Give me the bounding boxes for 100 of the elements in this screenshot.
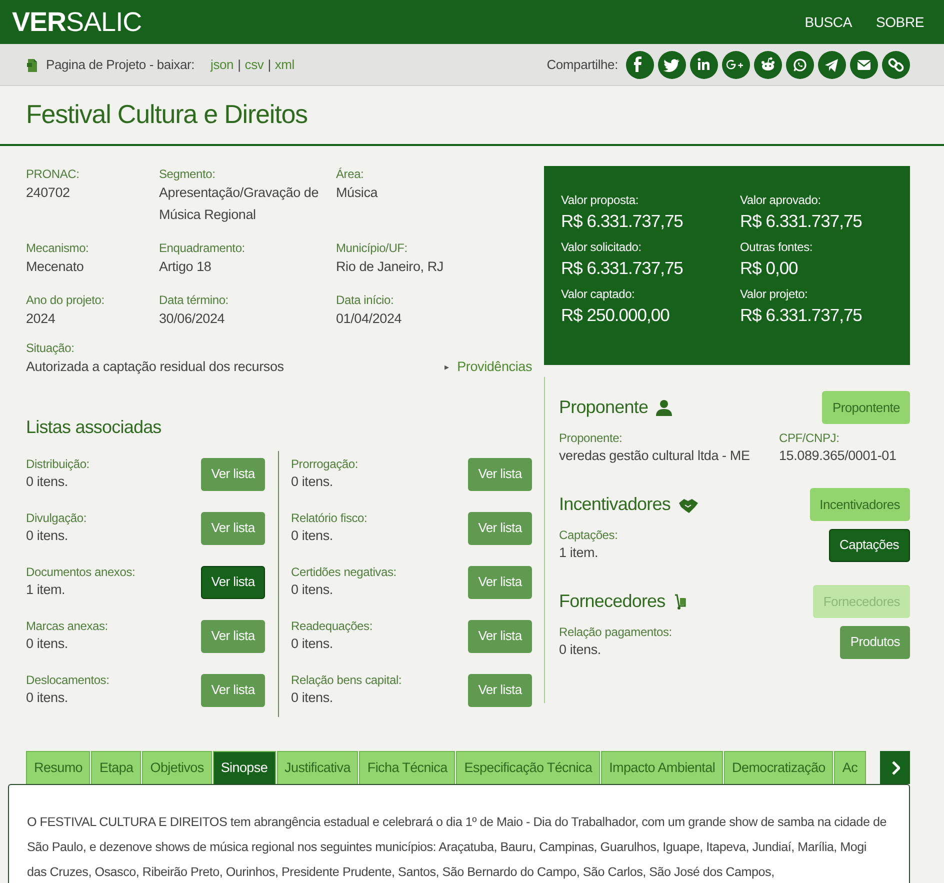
link-icon[interactable] (882, 50, 910, 78)
list-label: Prorrogação: (291, 456, 358, 472)
view-list-button[interactable]: Ver lista (201, 566, 265, 598)
field-value: 2024 (26, 310, 56, 328)
cart-icon (673, 594, 688, 610)
field-value: 15.089.365/0001-01 (779, 447, 896, 465)
list-count: 0 itens. (26, 527, 69, 545)
view-list-button[interactable]: Ver lista (468, 512, 532, 544)
field-label: Segmento: (159, 166, 216, 182)
field-label: Data término: (159, 292, 230, 308)
field-label: Mecanismo: (26, 240, 90, 256)
providencias-link[interactable]: ▸ Providências (444, 356, 532, 378)
field-label: Ano do projeto: (26, 292, 106, 308)
list-label: Certidões negativas: (291, 564, 396, 580)
google-plus-icon[interactable] (722, 50, 750, 78)
nav-link[interactable]: BUSCA (804, 12, 852, 32)
nav-link[interactable]: SOBRE (876, 12, 924, 32)
value-amount: R$ 6.331.737,75 (740, 210, 863, 233)
section-button[interactable]: Incentivadores (810, 488, 910, 521)
view-list-button[interactable]: Ver lista (468, 674, 532, 706)
person-icon (656, 398, 672, 416)
link-separator: | (268, 56, 271, 74)
tab[interactable]: Especificação Técnica (456, 751, 600, 784)
view-list-button[interactable]: Ver lista (201, 620, 265, 652)
list-count: 0 itens. (26, 635, 69, 653)
tab[interactable]: Etapa (91, 751, 142, 784)
value-amount: R$ 6.331.737,75 (561, 210, 684, 233)
next-tab-button[interactable] (880, 751, 910, 784)
tab[interactable]: Ac (834, 751, 866, 784)
page-title: Festival Cultura e Direitos (26, 99, 308, 131)
field-label: Área: (336, 166, 365, 182)
field-label: Município/UF: (336, 240, 408, 256)
list-count: 0 itens. (291, 581, 334, 599)
section-button[interactable]: Captações (828, 528, 910, 562)
view-list-button[interactable]: Ver lista (468, 620, 532, 652)
link-separator: | (238, 56, 241, 74)
list-count: 0 itens. (291, 527, 334, 545)
list-count: 0 itens. (291, 635, 334, 653)
section-title: Incentivadores (559, 493, 670, 516)
view-list-button[interactable]: Ver lista (468, 566, 532, 598)
value-label: Valor proposta: (561, 192, 640, 208)
linkedin-icon[interactable] (690, 50, 718, 78)
value-label: Valor projeto: (740, 286, 809, 302)
section-button[interactable]: Propontente (822, 391, 910, 424)
tab[interactable]: Democratização (724, 751, 834, 784)
view-list-button[interactable]: Ver lista (201, 512, 265, 544)
view-list-button[interactable]: Ver lista (201, 458, 265, 490)
reddit-icon[interactable] (754, 50, 782, 78)
share-label: Compartilhe: (546, 56, 618, 74)
field-value: Música (336, 184, 379, 202)
field-value: 240702 (26, 184, 71, 202)
section-title: Listas associadas (26, 416, 162, 439)
section-title: Fornecedores (559, 590, 666, 613)
tab[interactable]: Impacto Ambiental (601, 751, 724, 784)
twitter-icon[interactable] (658, 50, 686, 78)
tab[interactable]: Objetivos (142, 751, 212, 784)
chevron-right-icon (890, 760, 900, 774)
whatsapp-icon[interactable] (786, 50, 814, 78)
download-link[interactable]: json (210, 54, 234, 74)
tab[interactable]: Resumo (26, 751, 90, 784)
field-label: Captações: (559, 527, 619, 543)
value-label: Valor aprovado: (740, 192, 822, 208)
field-value: Artigo 18 (159, 258, 212, 276)
list-label: Deslocamentos: (26, 672, 110, 688)
field-value: Autorizada a captação residual dos recursos (26, 358, 284, 376)
download-link[interactable]: csv (244, 54, 264, 74)
field-value: Apresentação/Gravação de Música Regional (159, 184, 320, 224)
mail-icon[interactable] (850, 50, 878, 78)
value-amount: R$ 6.331.737,75 (561, 257, 684, 280)
section-title: Proponente (559, 396, 648, 419)
value-amount: R$ 0,00 (740, 257, 799, 280)
value-label: Outras fontes: (740, 239, 814, 255)
value-amount: R$ 250.000,00 (561, 304, 670, 327)
field-value: 01/04/2024 (336, 310, 403, 328)
field-label: Enquadramento: (159, 240, 246, 256)
section-button[interactable]: Produtos (840, 626, 910, 658)
field-value: veredas gestão cultural ltda - ME (559, 447, 751, 465)
view-list-button[interactable]: Ver lista (201, 674, 265, 706)
tab[interactable]: Ficha Técnica (359, 751, 456, 784)
facebook-icon[interactable] (626, 50, 654, 78)
list-label: Marcas anexas: (26, 618, 108, 634)
field-label: PRONAC: (26, 166, 80, 182)
list-label: Divulgação: (26, 510, 87, 526)
value-label: Valor solicitado: (561, 239, 642, 255)
field-value: 0 itens. (559, 641, 602, 659)
download-label: Pagina de Projeto - baixar: (46, 56, 195, 74)
tab[interactable]: Justificativa (276, 751, 358, 784)
field-label: CPF/CNPJ: (779, 430, 840, 446)
value-label: Valor captado: (561, 286, 636, 302)
download-link[interactable]: xml (274, 54, 294, 74)
field-value: 30/06/2024 (159, 310, 226, 328)
send-icon[interactable] (818, 50, 846, 78)
view-list-button[interactable]: Ver lista (468, 458, 532, 490)
list-count: 0 itens. (291, 689, 334, 707)
list-count: 0 itens. (26, 689, 69, 707)
logo-text[interactable]: VERSALIC (12, 2, 142, 42)
value-amount: R$ 6.331.737,75 (740, 304, 863, 327)
list-count: 1 item. (26, 581, 66, 599)
tab[interactable]: Sinopse (212, 751, 276, 784)
list-label: Readequações: (291, 618, 372, 634)
